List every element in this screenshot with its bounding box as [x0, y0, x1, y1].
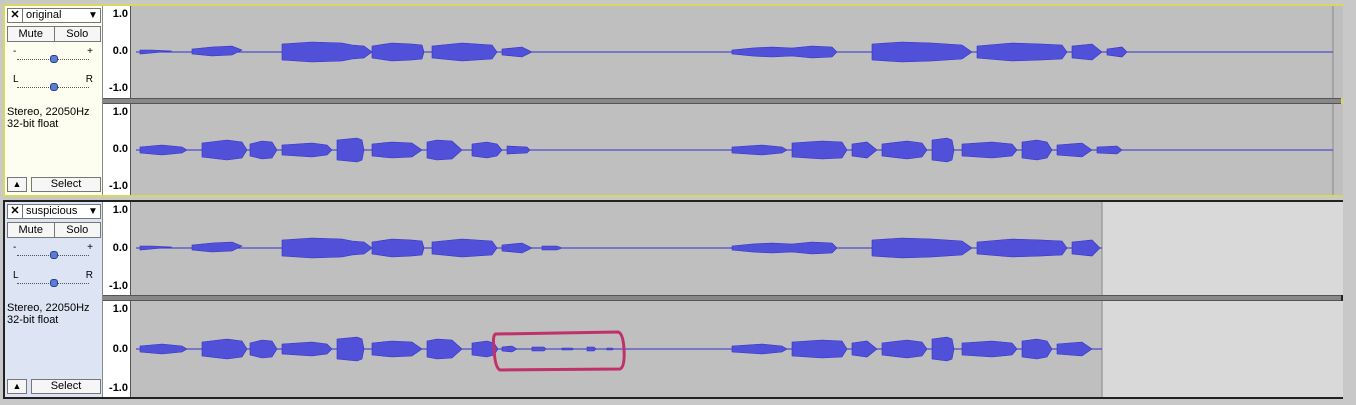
scale-label-zero: 0.0 — [112, 343, 128, 355]
mute-button[interactable]: Mute — [7, 222, 55, 238]
pan-left-label: L — [13, 74, 19, 85]
track-control-panel: ✕ suspicious ▼ Mute Solo - + L R Stereo,… — [5, 202, 103, 397]
track-name-bar[interactable]: ✕ suspicious ▼ — [7, 204, 101, 219]
track-format-text: 32-bit float — [7, 118, 59, 130]
pan-slider[interactable]: L R — [11, 74, 95, 96]
select-button[interactable]: Select — [31, 177, 101, 192]
gain-slider-knob[interactable] — [50, 55, 58, 63]
track-suspicious[interactable]: ✕ suspicious ▼ Mute Solo - + L R Stereo,… — [3, 200, 1343, 399]
track-original[interactable]: ✕ original ▼ Mute Solo - + L R Stereo, 2… — [3, 4, 1343, 197]
gain-minus-label: - — [13, 46, 17, 57]
scale-label-top: 1.0 — [112, 204, 128, 216]
waveform-left-svg — [136, 202, 1343, 295]
mute-button[interactable]: Mute — [7, 26, 55, 42]
scale-label-top: 1.0 — [112, 106, 128, 118]
scale-label-zero: 0.0 — [112, 242, 128, 254]
gain-slider[interactable]: - + — [11, 46, 95, 68]
waveform-right-channel[interactable] — [132, 301, 1343, 397]
waveform-left-channel[interactable] — [132, 202, 1343, 295]
track-name[interactable]: suspicious — [23, 205, 86, 218]
track-menu-dropdown-icon[interactable]: ▼ — [86, 9, 100, 22]
scale-label-bottom: -1.0 — [109, 180, 128, 192]
track-name[interactable]: original — [23, 9, 86, 22]
close-track-button[interactable]: ✕ — [8, 205, 23, 218]
scale-label-bottom: -1.0 — [109, 382, 128, 394]
gain-minus-label: - — [13, 242, 17, 253]
scale-label-top: 1.0 — [112, 303, 128, 315]
track-name-bar[interactable]: ✕ original ▼ — [7, 8, 101, 23]
pan-left-label: L — [13, 270, 19, 281]
solo-button[interactable]: Solo — [54, 26, 101, 42]
scale-label-top: 1.0 — [112, 8, 128, 20]
collapse-track-icon[interactable]: ▲ — [7, 177, 27, 192]
scale-label-zero: 0.0 — [112, 45, 128, 57]
track-menu-dropdown-icon[interactable]: ▼ — [86, 205, 100, 218]
track-format-text: 32-bit float — [7, 314, 59, 326]
close-track-button[interactable]: ✕ — [8, 9, 23, 22]
pan-slider-knob[interactable] — [50, 279, 58, 287]
solo-button[interactable]: Solo — [54, 222, 101, 238]
pan-slider-knob[interactable] — [50, 83, 58, 91]
waveform-right-svg — [136, 104, 1343, 195]
scale-label-zero: 0.0 — [112, 143, 128, 155]
track-format-info: Stereo, 22050Hz 32-bit float — [7, 106, 101, 130]
gain-slider[interactable]: - + — [11, 242, 95, 264]
collapse-track-icon[interactable]: ▲ — [7, 379, 27, 394]
vertical-ruler-right: 1.0 0.0 -1.0 — [103, 104, 131, 195]
gain-plus-label: + — [87, 242, 93, 253]
gain-slider-knob[interactable] — [50, 251, 58, 259]
scale-label-bottom: -1.0 — [109, 82, 128, 94]
track-format-info: Stereo, 22050Hz 32-bit float — [7, 302, 101, 326]
pan-right-label: R — [85, 270, 93, 281]
gain-plus-label: + — [87, 46, 93, 57]
select-button[interactable]: Select — [31, 379, 101, 394]
pan-slider[interactable]: L R — [11, 270, 95, 292]
vertical-ruler-left: 1.0 0.0 -1.0 — [103, 202, 131, 295]
track-rate-text: Stereo, 22050Hz — [7, 302, 90, 314]
track-rate-text: Stereo, 22050Hz — [7, 106, 90, 118]
waveform-right-channel[interactable] — [132, 104, 1343, 195]
waveform-left-channel[interactable] — [132, 6, 1343, 98]
track-control-panel: ✕ original ▼ Mute Solo - + L R Stereo, 2… — [5, 6, 103, 195]
pan-right-label: R — [85, 74, 93, 85]
waveform-right-svg — [136, 301, 1343, 397]
vertical-ruler-left: 1.0 0.0 -1.0 — [103, 6, 131, 98]
vertical-ruler-right: 1.0 0.0 -1.0 — [103, 301, 131, 397]
scale-label-bottom: -1.0 — [109, 280, 128, 292]
waveform-left-svg — [136, 6, 1343, 98]
